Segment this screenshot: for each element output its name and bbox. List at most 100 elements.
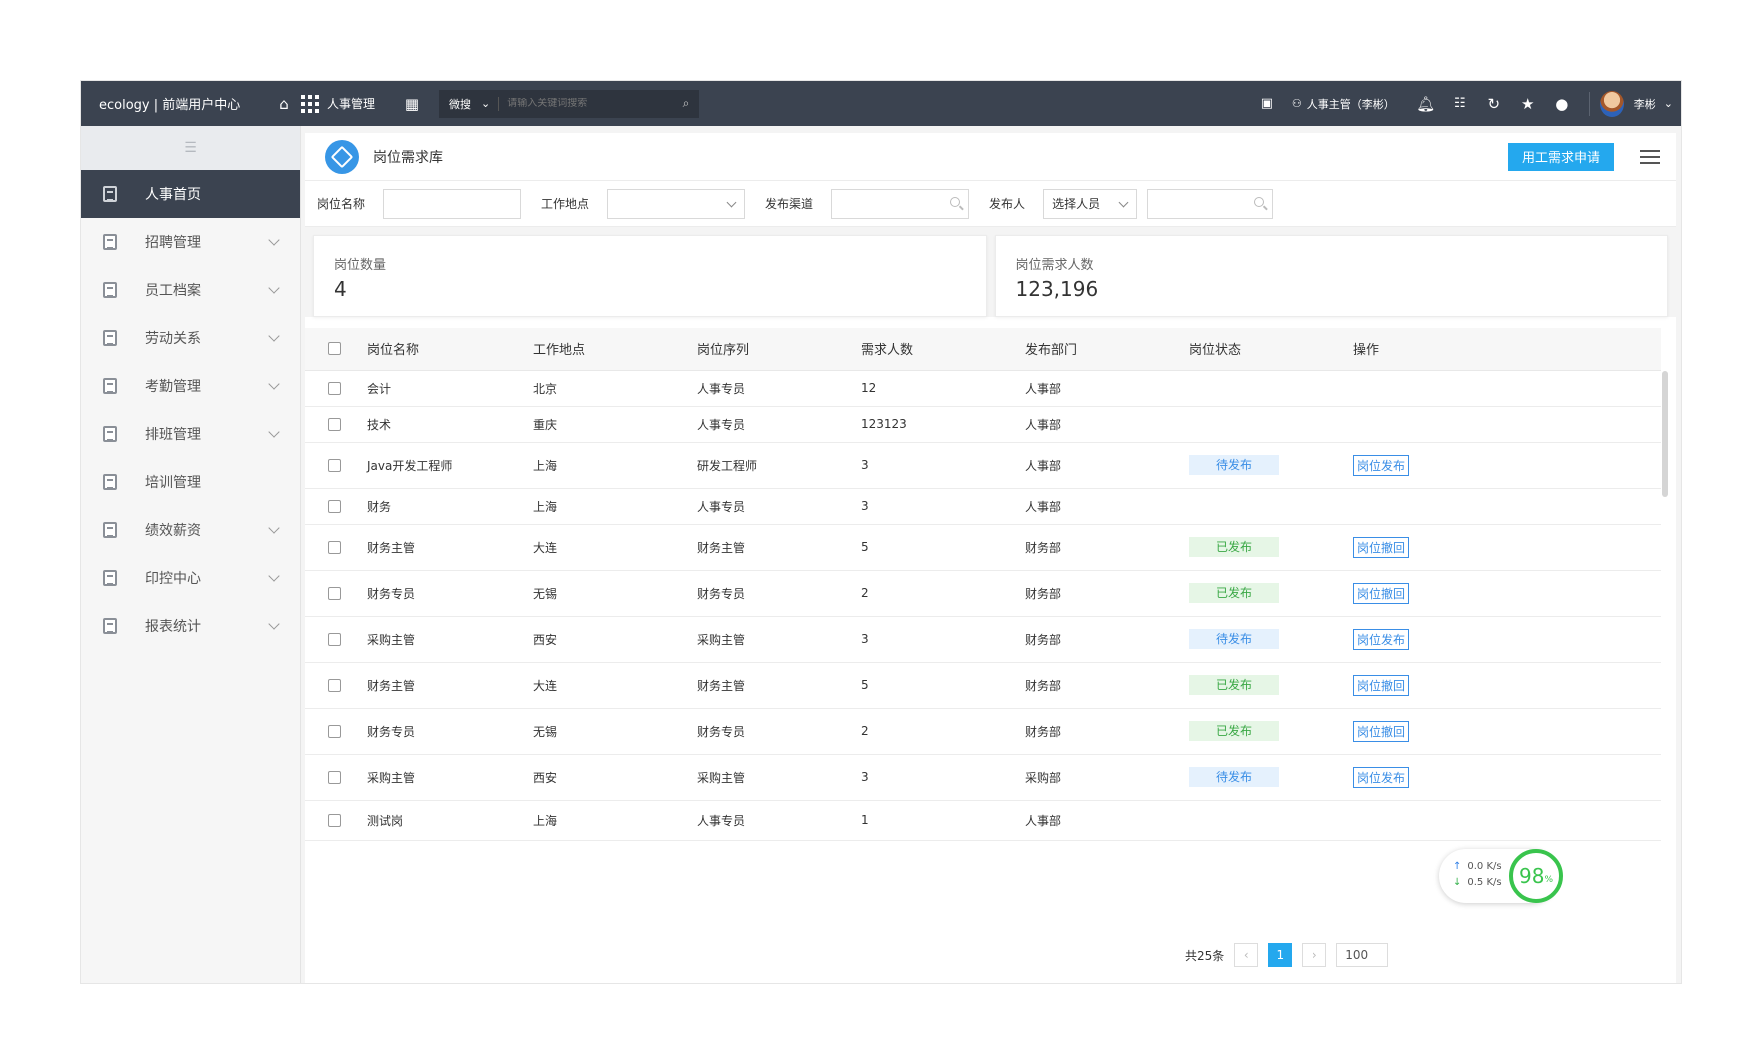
- row-checkbox[interactable]: [328, 814, 341, 827]
- publisher-input[interactable]: [1147, 188, 1274, 219]
- row-select-cell: [305, 370, 367, 407]
- sidebar-collapse-toggle[interactable]: ☰: [81, 126, 300, 170]
- document-icon: [103, 186, 117, 202]
- table-row[interactable]: Java开发工程师 上海 研发工程师 3 人事部 待发布 岗位发布: [305, 442, 1661, 489]
- sidebar-item[interactable]: 招聘管理: [81, 218, 300, 266]
- row-checkbox[interactable]: [328, 500, 341, 513]
- home-icon[interactable]: ⌂: [273, 93, 295, 115]
- sidebar-item-label: 印控中心: [145, 571, 201, 587]
- sidebar-item[interactable]: 排班管理: [81, 410, 300, 458]
- status-cell: 已发布: [1189, 708, 1353, 755]
- table-row[interactable]: 财务专员 无锡 财务专员 2 财务部 已发布 岗位撤回: [305, 570, 1661, 617]
- row-checkbox[interactable]: [328, 382, 341, 395]
- table-row[interactable]: 财务 上海 人事专员 3 人事部: [305, 488, 1661, 525]
- channel-input[interactable]: [831, 188, 970, 219]
- search-type-select[interactable]: 微搜 ⌄: [439, 96, 500, 111]
- col-header[interactable]: 操作: [1353, 328, 1661, 371]
- row-checkbox[interactable]: [328, 587, 341, 600]
- row-checkbox[interactable]: [328, 459, 341, 472]
- row-action-button[interactable]: 岗位撤回: [1353, 536, 1410, 558]
- search-icon[interactable]: ⌕: [673, 96, 699, 111]
- filter-bar: 岗位名称 工作地点 发布渠道 发布人 选择人员: [305, 181, 1676, 227]
- chevron-down-icon: [268, 330, 280, 342]
- app-brand[interactable]: ecology | 前端用户中心: [81, 94, 267, 113]
- row-checkbox[interactable]: [328, 541, 341, 554]
- row-select-cell: [305, 708, 367, 755]
- publisher-type-select[interactable]: 选择人员: [1043, 188, 1138, 219]
- row-checkbox[interactable]: [328, 633, 341, 646]
- table-row[interactable]: 会计 北京 人事专员 12 人事部: [305, 370, 1661, 407]
- chat-icon[interactable]: ●: [1551, 93, 1573, 115]
- row-action-button[interactable]: 岗位撤回: [1353, 720, 1410, 742]
- select-all-checkbox[interactable]: [328, 342, 341, 356]
- sidebar-item[interactable]: 员工档案: [81, 266, 300, 314]
- widgets-icon[interactable]: ▦: [401, 93, 423, 115]
- sequence-cell: 人事专员: [697, 370, 861, 407]
- sidebar-item[interactable]: 印控中心: [81, 554, 300, 602]
- table-row[interactable]: 测试岗 上海 人事专员 1 人事部: [305, 800, 1661, 841]
- chevron-down-icon: [268, 378, 280, 390]
- vertical-scrollbar[interactable]: [1662, 371, 1668, 497]
- col-header[interactable]: 岗位名称: [367, 328, 533, 371]
- sidebar-item[interactable]: 劳动关系: [81, 314, 300, 362]
- position-name-input[interactable]: [383, 188, 522, 219]
- position-name-label: 岗位名称: [317, 197, 366, 211]
- row-action-button[interactable]: 岗位发布: [1353, 454, 1410, 476]
- table-row[interactable]: 财务主管 大连 财务主管 5 财务部 已发布 岗位撤回: [305, 524, 1661, 571]
- search-input[interactable]: [499, 98, 674, 109]
- table-row[interactable]: 财务专员 无锡 财务专员 2 财务部 已发布 岗位撤回: [305, 708, 1661, 755]
- row-checkbox[interactable]: [328, 679, 341, 692]
- row-action-button[interactable]: 岗位发布: [1353, 766, 1410, 788]
- row-action-button[interactable]: 岗位撤回: [1353, 582, 1410, 604]
- prev-page-button[interactable]: ‹: [1234, 943, 1259, 967]
- collapse-menu-icon: ☰: [184, 140, 197, 156]
- chevron-down-icon: [268, 522, 280, 534]
- table-row[interactable]: 财务主管 大连 财务主管 5 财务部 已发布 岗位撤回: [305, 662, 1661, 709]
- sidebar-item[interactable]: 人事首页: [81, 170, 300, 218]
- col-header[interactable]: 岗位序列: [697, 328, 861, 371]
- row-select-cell: [305, 662, 367, 709]
- row-checkbox[interactable]: [328, 725, 341, 738]
- sidebar-item[interactable]: 考勤管理: [81, 362, 300, 410]
- row-action-button[interactable]: 岗位发布: [1353, 628, 1410, 650]
- current-role[interactable]: ⚇ 人事主管（李彬）: [1292, 96, 1395, 112]
- row-select-cell: [305, 524, 367, 571]
- page-size-select[interactable]: 100: [1336, 943, 1389, 967]
- module-switcher[interactable]: 人事管理: [301, 94, 375, 113]
- sidebar-nav: 人事首页 招聘管理 员工档案 劳动关系 考勤管理 排班管理 培训管理 绩效薪资印控中心报表统计: [81, 170, 300, 650]
- network-speed-widget[interactable]: ↑ 0.0 K/s ↓ 0.5 K/s 98%: [1439, 849, 1563, 903]
- col-header[interactable]: 工作地点: [533, 328, 697, 371]
- star-icon[interactable]: ★: [1517, 93, 1539, 115]
- location-select[interactable]: [607, 188, 746, 219]
- select-all-cell: [305, 328, 367, 371]
- user-menu[interactable]: 李彬 ⌄: [1634, 96, 1673, 112]
- next-page-button[interactable]: ›: [1302, 943, 1327, 967]
- sidebar-item[interactable]: 报表统计: [81, 602, 300, 650]
- action-cell: 岗位发布: [1353, 754, 1661, 801]
- col-header[interactable]: 发布部门: [1025, 328, 1189, 371]
- col-header[interactable]: 需求人数: [861, 328, 1025, 371]
- table-row[interactable]: 技术 重庆 人事专员 123123 人事部: [305, 406, 1661, 443]
- calendar-icon[interactable]: ▣: [1256, 93, 1278, 115]
- row-checkbox[interactable]: [328, 418, 341, 431]
- row-action-button[interactable]: 岗位撤回: [1353, 674, 1410, 696]
- table-row[interactable]: 采购主管 西安 采购主管 3 财务部 待发布 岗位发布: [305, 616, 1661, 663]
- apply-labor-demand-button[interactable]: 用工需求申请: [1507, 142, 1614, 171]
- avatar[interactable]: [1599, 90, 1624, 117]
- location-cell: 北京: [533, 370, 697, 407]
- refresh-icon[interactable]: ↻: [1483, 93, 1505, 115]
- row-checkbox[interactable]: [328, 771, 341, 784]
- sidebar-item[interactable]: 培训管理: [81, 458, 300, 506]
- table-row[interactable]: 采购主管 西安 采购主管 3 采购部 待发布 岗位发布: [305, 754, 1661, 801]
- more-menu-icon[interactable]: [1640, 149, 1660, 164]
- page-button[interactable]: 1: [1268, 943, 1293, 967]
- sequence-cell: 财务主管: [697, 662, 861, 709]
- department-cell: 财务部: [1025, 570, 1189, 617]
- bell-icon[interactable]: 🔔︎: [1415, 93, 1437, 115]
- position-count-label: 岗位数量: [334, 258, 387, 273]
- action-cell: 岗位撤回: [1353, 708, 1661, 755]
- col-header[interactable]: 岗位状态: [1189, 328, 1353, 371]
- sequence-cell: 采购主管: [697, 616, 861, 663]
- sidebar-item[interactable]: 绩效薪资: [81, 506, 300, 554]
- list-grid-icon[interactable]: ☷: [1449, 93, 1471, 115]
